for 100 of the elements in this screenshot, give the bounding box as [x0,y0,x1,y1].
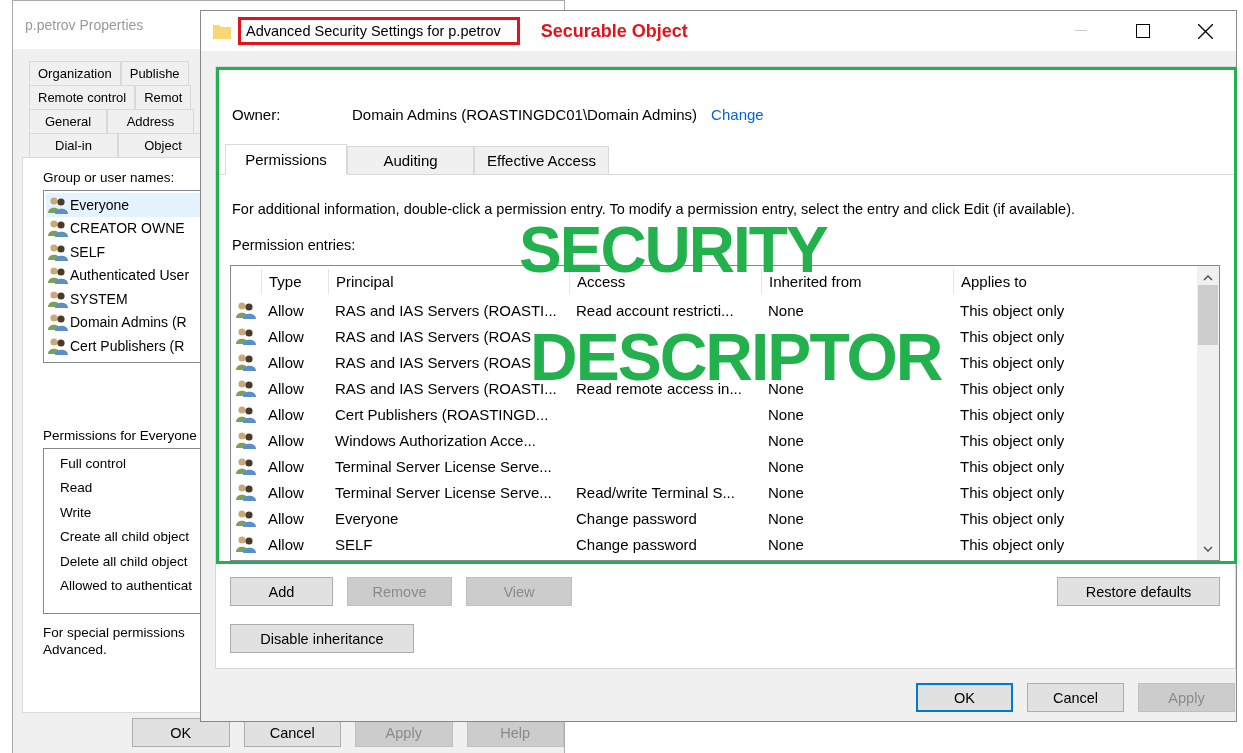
permission-item: Read [59,479,93,498]
window-title: Advanced Security Settings for p.petrov [246,23,501,39]
table-cell-text: Allow [267,483,305,501]
table-cell-text: Read account restricti... [575,301,735,319]
table-cell-text: Terminal Server License Serve... [334,483,553,501]
users-icon [48,289,68,308]
scrollbar[interactable] [1197,266,1219,560]
table-cell-text: This object only [959,327,1066,345]
list-item[interactable]: CREATOR OWNE [46,216,200,240]
table-cell-text: This object only [959,431,1066,449]
users-icon [236,483,256,501]
table-cell-text: Allow [267,353,305,371]
tab[interactable]: Publishe [120,61,189,85]
dialog-button[interactable]: OK [132,718,230,747]
table-cell-text: This object only [959,535,1066,553]
tab[interactable]: Dial-in [29,133,118,157]
users-icon [236,457,256,475]
table-cell-text: None [767,483,805,501]
tab[interactable]: General [29,109,107,133]
dialog-button[interactable]: Cancel [1027,683,1124,712]
note-text: For special permissions [43,624,185,641]
scroll-down-icon[interactable] [1203,546,1213,552]
table-cell-text: SELF [334,535,374,553]
table-cell-text: RAS and IAS Servers (ROASTI... [334,301,558,319]
scroll-thumb[interactable] [1198,285,1218,345]
users-icon [236,509,256,527]
users-icon [236,405,256,423]
table-cell-text: This object only [959,509,1066,527]
table-cell-text: None [767,301,805,319]
table-cell-text: Everyone [334,509,400,527]
table-cell-text: RAS and IAS Servers (ROAS [334,327,532,345]
tab[interactable]: Organization [29,61,121,85]
permission-item: Full control [59,454,127,473]
list-item[interactable]: SELF [46,240,200,264]
annotation-label: Securable Object [540,20,688,42]
list-item[interactable]: SYSTEM [46,287,200,311]
info-text: For additional information, double-click a permission entry. To modify a permission entry, select the entry and click Edit (if available). [232,201,1075,217]
table-cell-text: Allow [267,509,305,527]
table-cell-text: Allow [267,301,305,319]
close-icon [1197,23,1213,39]
table-cell-text: Terminal Server License Serve... [334,457,553,475]
table-cell-text: None [767,535,805,553]
users-icon [236,535,256,553]
users-icon [236,301,256,319]
table-cell-text: None [767,431,805,449]
table-cell-text: None [767,457,805,475]
users-icon [48,195,68,214]
tab[interactable]: Auditing [347,146,474,174]
list-item[interactable]: Domain Admins (R [46,310,200,334]
owner-label: Owner: [232,105,282,123]
table-cell-text: This object only [959,483,1066,501]
window-title: p.petrov Properties [25,17,144,33]
tab[interactable]: Remote control [29,85,136,109]
table-cell-text: This object only [959,301,1066,319]
permission-item: Write [59,503,92,522]
column-header[interactable]: Type [261,269,328,294]
change-link[interactable]: Change [711,105,764,123]
note-text: Advanced. [43,641,107,658]
tab[interactable]: Address [107,109,194,133]
users-icon [236,353,256,371]
tab[interactable]: Effective Access [474,146,609,174]
permission-item: Delete all child object [59,552,188,571]
table-cell-text: Read/write Terminal S... [575,483,736,501]
permission-item: Create all child object [59,528,190,547]
minimize-icon [1075,30,1087,32]
table-cell-text: Allow [267,327,305,345]
list-item[interactable]: Authenticated User [46,263,200,287]
list-label: Group or user names: [43,170,175,185]
table-cell-text: Allow [267,431,305,449]
table-cell-text: None [767,509,805,527]
table-cell-text: Change password [575,535,698,553]
tab[interactable]: Remot [135,85,192,109]
table-cell-text: This object only [959,405,1066,423]
users-icon [48,242,68,261]
users-icon [48,266,68,285]
scroll-up-icon[interactable] [1203,275,1213,281]
table-cell-text: Cert Publishers (ROASTINGD... [334,405,550,423]
dialog-button[interactable]: Disable inheritance [230,624,414,653]
table-cell-text: Allow [267,379,305,397]
ok-button[interactable]: OK [916,683,1013,712]
list-label: Permissions for Everyone [43,428,197,443]
table-cell-text: This object only [959,457,1066,475]
maximize-icon [1136,24,1150,38]
dialog-button[interactable]: Restore defaults [1057,577,1220,606]
dialog-button[interactable]: Add [230,577,333,606]
folder-icon [213,23,231,39]
list-item[interactable]: Cert Publishers (R [46,334,200,358]
permission-item: Allowed to authenticat [59,577,193,596]
users-icon [236,379,256,397]
tab[interactable]: Permissions [225,144,347,175]
list-item[interactable]: Everyone [46,193,200,217]
users-icon [48,219,68,238]
users-icon [48,313,68,332]
table-cell-text: Allow [267,457,305,475]
users-icon [236,431,256,449]
table-cell-text: Change password [575,509,698,527]
table-label: Permission entries: [232,237,356,253]
table-cell-text: Allow [267,405,305,423]
table-cell-text: This object only [959,353,1066,371]
table-cell-text: This object only [959,379,1066,397]
